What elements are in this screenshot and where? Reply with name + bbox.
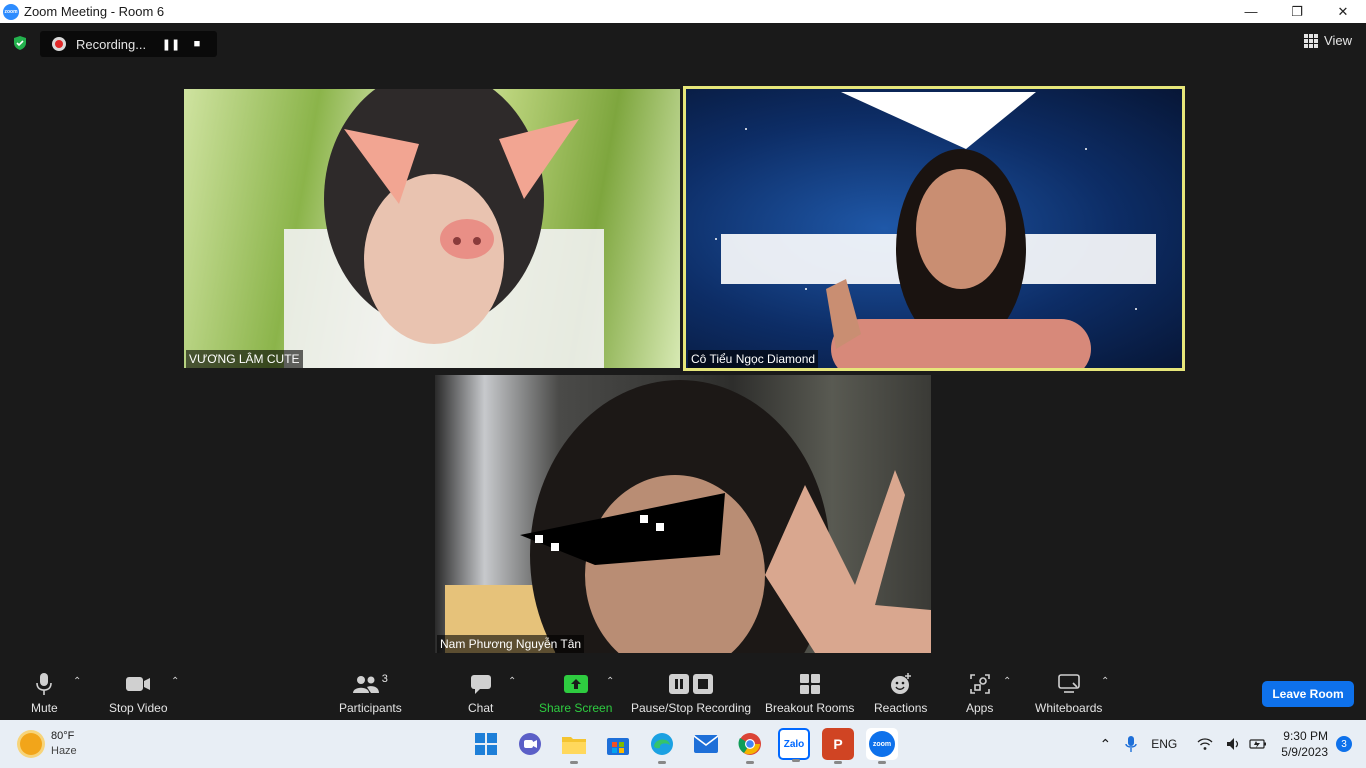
pause-stop-icon [669,672,714,696]
apps-label: Apps [966,701,994,715]
leave-room-button[interactable]: Leave Room [1262,681,1354,707]
powerpoint-label: P [833,736,843,752]
grid-icon [1304,33,1319,48]
edge-icon[interactable] [646,728,678,764]
mute-button[interactable]: Mute [31,672,58,715]
whiteboards-button[interactable]: Whiteboards [1035,672,1102,715]
zalo-icon[interactable]: Zalo [778,728,810,762]
system-tray: ⌃ ENG 9:30 PM 5/9/2023 3 [1100,720,1366,768]
video-tile[interactable]: VƯƠNG LÂM CUTE [184,89,680,368]
participants-label: Participants [339,701,402,715]
participants-icon: 3 [352,672,388,696]
stop-video-label: Stop Video [109,701,168,715]
chrome-icon[interactable] [734,728,766,764]
weather-temperature: 80°F [51,730,75,742]
pause-stop-recording-label: Pause/Stop Recording [631,701,752,715]
whiteboards-label: Whiteboards [1035,701,1103,715]
wifi-icon[interactable] [1197,738,1213,750]
stop-video-button[interactable]: Stop Video [109,672,168,715]
microphone-icon [36,672,53,696]
stop-recording-icon[interactable]: ■ [184,31,210,57]
apps-options-chevron-icon[interactable]: ⌃ [1003,676,1011,687]
share-options-chevron-icon[interactable]: ⌃ [606,676,614,687]
reactions-button[interactable]: Reactions [874,672,927,715]
store-icon[interactable] [602,728,634,760]
microphone-tray-icon[interactable] [1125,736,1137,752]
chat-bubble-icon [470,672,492,696]
pause-recording-icon[interactable]: ❚❚ [158,31,184,57]
view-button[interactable]: View [1304,33,1352,48]
notification-badge[interactable]: 3 [1336,736,1352,752]
clock-time: 9:30 PM [1283,729,1328,743]
pause-stop-recording-button[interactable]: Pause/Stop Recording [631,672,751,715]
whiteboards-options-chevron-icon[interactable]: ⌃ [1101,676,1109,687]
participant-name: Cô Tiểu Ngọc Diamond [688,350,819,368]
zalo-label: Zalo [783,738,805,750]
video-options-chevron-icon[interactable]: ⌃ [171,676,179,687]
participant-video [445,380,931,653]
powerpoint-icon[interactable]: P [822,728,854,764]
view-label: View [1324,33,1352,48]
window-title: Zoom Meeting - Room 6 [24,4,165,19]
audio-options-chevron-icon[interactable]: ⌃ [73,676,81,687]
clock-date: 5/9/2023 [1281,745,1328,759]
breakout-rooms-button[interactable]: Breakout Rooms [765,672,854,715]
participant-video [715,92,1156,368]
participants-count: 3 [381,673,388,685]
minimize-icon[interactable]: — [1228,0,1274,23]
mail-icon[interactable] [690,728,722,760]
recording-indicator: Recording... ❚❚ ■ [40,31,217,57]
participant-name: VƯƠNG LÂM CUTE [186,350,303,368]
clock[interactable]: 9:30 PM 5/9/2023 [1281,728,1328,760]
title-bar: zoom Zoom Meeting - Room 6 — ❐ ✕ [0,0,1366,23]
zoom-app-icon: zoom [3,3,19,20]
record-dot-icon [52,37,66,51]
chevron-up-icon[interactable]: ⌃ [1100,736,1112,753]
video-camera-icon [125,672,151,696]
video-tile-active-speaker[interactable]: Cô Tiểu Ngọc Diamond [683,86,1185,371]
share-screen-label: Share Screen [539,701,613,715]
zoom-label: zoom [869,731,895,757]
shield-icon[interactable] [12,35,28,51]
close-icon[interactable]: ✕ [1320,0,1366,23]
share-screen-icon [563,672,588,696]
whiteboard-icon [1057,672,1080,696]
recording-label: Recording... [76,36,147,52]
haze-sun-icon [20,733,42,755]
apps-icon [969,672,990,696]
volume-icon[interactable] [1227,738,1241,750]
language-indicator[interactable]: ENG [1151,737,1177,751]
maximize-icon[interactable]: ❐ [1274,0,1320,23]
breakout-rooms-icon [799,672,820,696]
battery-icon[interactable] [1249,738,1267,750]
share-screen-button[interactable]: Share Screen [539,672,612,715]
chat-button[interactable]: Chat [468,672,493,715]
participant-video [284,89,604,368]
meeting-toolbar: Mute ⌃ Stop Video ⌃ 3 Participants Chat … [0,666,1366,720]
breakout-rooms-label: Breakout Rooms [765,701,855,715]
mute-label: Mute [31,701,58,715]
taskbar-apps: Zalo P zoom [470,728,898,764]
zoom-icon[interactable]: zoom [866,728,898,764]
chat-options-chevron-icon[interactable]: ⌃ [508,676,516,687]
windows-taskbar: 80°F Haze Zalo P zoom ⌃ ENG 9:30 PM 5/9/… [0,720,1366,768]
weather-widget[interactable]: 80°F Haze [20,729,77,759]
reactions-label: Reactions [874,701,928,715]
smiley-icon [890,672,912,696]
participants-button[interactable]: 3 Participants [339,672,402,715]
meeting-area: Recording... ❚❚ ■ View VƯƠNG LÂM CUTE Cô… [0,23,1366,720]
weather-description: Haze [51,745,77,757]
participant-name: Nam Phương Nguyễn Tân [437,635,585,653]
video-call-icon[interactable] [514,728,546,760]
folder-icon[interactable] [558,728,590,764]
chat-label: Chat [468,701,494,715]
apps-button[interactable]: Apps [966,672,993,715]
windows-icon[interactable] [470,728,502,760]
video-tile[interactable]: Nam Phương Nguyễn Tân [435,375,931,653]
